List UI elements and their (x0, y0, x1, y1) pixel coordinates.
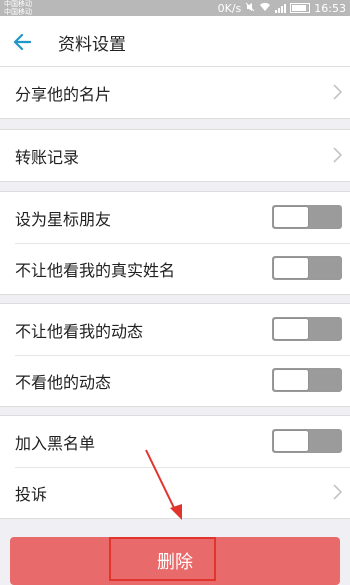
status-bar: 中国移动 中国移动 0K/s 16:53 (0, 0, 350, 16)
row-complain[interactable]: 投诉 (0, 467, 350, 518)
row-label: 加入黑名单 (15, 433, 96, 453)
network-speed: 0K/s (217, 1, 242, 15)
row-label: 分享他的名片 (15, 84, 112, 104)
row-label: 转账记录 (15, 147, 80, 167)
row-hide-real-name: 不让他看我的真实姓名 (0, 243, 350, 294)
arrow-left-icon (13, 34, 31, 50)
toggle-knob (274, 370, 308, 390)
row-blacklist: 加入黑名单 (0, 416, 350, 467)
app-header: 资料设置 (0, 16, 350, 69)
toggle-knob (274, 207, 308, 227)
row-label: 投诉 (15, 484, 48, 504)
toggle-knob (274, 431, 308, 451)
group-star: 设为星标朋友 不让他看我的真实姓名 (0, 191, 350, 295)
row-share-card[interactable]: 分享他的名片 (0, 67, 350, 118)
group-moments: 不让他看我的动态 不看他的动态 (0, 303, 350, 407)
toggle-knob (274, 319, 308, 339)
carrier-labels: 中国移动 中国移动 (4, 0, 32, 16)
hide-my-moments-toggle[interactable] (272, 317, 342, 341)
row-dont-see-his-moments: 不看他的动态 (0, 355, 350, 406)
page-title: 资料设置 (58, 34, 126, 55)
row-label: 不看他的动态 (15, 372, 112, 392)
row-label: 不让他看我的真实姓名 (15, 260, 176, 280)
delete-button[interactable]: 删除 (10, 537, 340, 585)
chevron-right-icon (333, 484, 342, 500)
back-button[interactable] (0, 16, 44, 68)
blacklist-toggle[interactable] (272, 429, 342, 453)
chevron-right-icon (333, 147, 342, 163)
row-label: 不让他看我的动态 (15, 321, 144, 341)
toggle-knob (274, 258, 308, 278)
group-transfer: 转账记录 (0, 129, 350, 182)
delete-label: 删除 (157, 552, 193, 573)
battery-icon (290, 3, 311, 13)
mute-icon (245, 2, 255, 15)
wifi-icon (259, 2, 271, 15)
group-share: 分享他的名片 (0, 66, 350, 119)
row-label: 设为星标朋友 (15, 209, 112, 229)
carrier-label-1: 中国移动 (4, 0, 32, 8)
hide-real-name-toggle[interactable] (272, 256, 342, 280)
star-friend-toggle[interactable] (272, 205, 342, 229)
row-transfer-records[interactable]: 转账记录 (0, 130, 350, 181)
row-hide-my-moments: 不让他看我的动态 (0, 304, 350, 355)
clock: 16:53 (314, 1, 346, 15)
group-blacklist: 加入黑名单 投诉 (0, 415, 350, 519)
chevron-right-icon (333, 84, 342, 100)
dont-see-his-moments-toggle[interactable] (272, 368, 342, 392)
status-icons: 0K/s 16:53 (218, 1, 346, 15)
carrier-label-2: 中国移动 (4, 8, 32, 16)
signal-icon (275, 3, 287, 13)
row-star-friend: 设为星标朋友 (0, 192, 350, 243)
